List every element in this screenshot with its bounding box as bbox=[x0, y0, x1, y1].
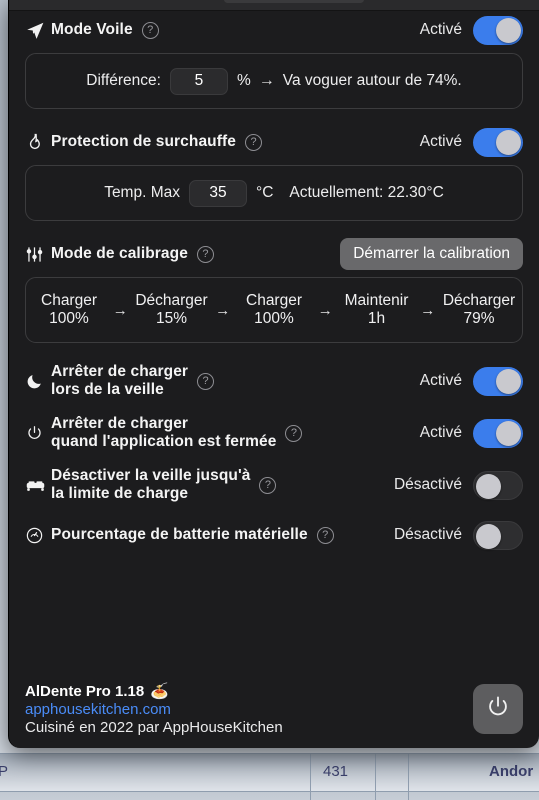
stop-charging-app-closed-toggle[interactable] bbox=[473, 418, 523, 448]
heat-protection-title: Protection de surchauffe bbox=[51, 132, 236, 150]
stop-charging-sleep-help-icon[interactable]: ? bbox=[197, 372, 215, 390]
toggle-knob bbox=[496, 17, 521, 43]
calibration-step: Décharger 15% bbox=[135, 292, 208, 327]
hardware-battery-percentage-label: Pourcentage de batterie matérielle bbox=[51, 525, 308, 543]
aldente-popover-panel: Mode Voile ? Activé Différence: 5 % → Va… bbox=[8, 0, 539, 748]
sliders-icon bbox=[25, 245, 51, 264]
calibration-steps-box: Charger 100% → Décharger 15% → Charger 1… bbox=[25, 277, 523, 343]
arrow-right-icon: → bbox=[258, 72, 275, 89]
hardware-battery-percentage-toggle[interactable] bbox=[473, 520, 523, 550]
power-icon bbox=[25, 424, 51, 443]
sail-mode-header: Mode Voile ? Activé bbox=[9, 11, 539, 49]
moon-icon bbox=[25, 372, 51, 391]
toggle-knob bbox=[496, 420, 521, 446]
stop-charging-sleep-toggle[interactable] bbox=[473, 366, 523, 396]
credit-text: Cuisiné en 2022 par AppHouseKitchen bbox=[25, 719, 283, 736]
difference-unit: % bbox=[236, 72, 251, 89]
heat-protection-help-icon[interactable]: ? bbox=[245, 133, 262, 151]
difference-input[interactable]: 5 bbox=[169, 67, 228, 95]
arrow-right-icon: → bbox=[112, 301, 128, 319]
hardware-battery-percentage-help-icon[interactable]: ? bbox=[316, 526, 334, 544]
spreadsheet-cell: P bbox=[0, 763, 9, 780]
bed-icon bbox=[25, 475, 51, 496]
sail-mode-title: Mode Voile bbox=[51, 20, 133, 38]
start-calibration-button[interactable]: Démarrer la calibration bbox=[340, 238, 523, 270]
spreadsheet-cell: Andor bbox=[489, 763, 534, 780]
pasta-emoji-icon: 🍝 bbox=[150, 683, 169, 700]
toggle-knob bbox=[476, 523, 501, 549]
heat-protection-header: Protection de surchauffe ? Activé bbox=[9, 123, 539, 161]
disable-sleep-help-icon[interactable]: ? bbox=[259, 476, 277, 494]
power-icon bbox=[485, 694, 511, 725]
sail-mode-result: Va voguer autour de 74%. bbox=[282, 72, 462, 89]
stop-charging-sleep-label: Arrêter de charger lors de la veille bbox=[51, 362, 189, 398]
spreadsheet-row bbox=[0, 753, 539, 791]
heat-protection-toggle[interactable] bbox=[473, 127, 523, 157]
stop-charging-sleep-state: Activé bbox=[419, 372, 462, 389]
calibration-step: Charger 100% bbox=[41, 292, 97, 327]
calibration-step: Charger 100% bbox=[246, 292, 302, 327]
spreadsheet-cell: 431 bbox=[323, 763, 349, 780]
calibration-header: Mode de calibrage ? Démarrer la calibrat… bbox=[9, 235, 539, 273]
panel-top-bar bbox=[9, 0, 539, 11]
calibration-title: Mode de calibrage bbox=[51, 244, 188, 262]
calibration-step: Décharger 79% bbox=[442, 292, 516, 327]
stop-charging-app-closed-label: Arrêter de charger quand l'application e… bbox=[51, 414, 277, 450]
sail-mode-detail-box: Différence: 5 % → Va voguer autour de 74… bbox=[25, 53, 523, 109]
disable-sleep-toggle[interactable] bbox=[473, 470, 523, 500]
arrow-right-icon: → bbox=[317, 301, 333, 319]
spreadsheet-gridline bbox=[408, 753, 409, 800]
disable-sleep-label: Désactiver la veille jusqu'à la limite d… bbox=[51, 466, 251, 502]
heat-protection-detail-box: Temp. Max 35 °C Actuellement: 22.30°C bbox=[25, 165, 523, 221]
toggle-knob bbox=[476, 473, 501, 499]
gauge-icon bbox=[25, 526, 51, 545]
toggle-knob bbox=[496, 129, 521, 155]
hardware-battery-percentage-state: Désactivé bbox=[393, 526, 462, 543]
heat-protection-state-label: Activé bbox=[419, 133, 462, 150]
current-temp-value: Actuellement: 22.30°C bbox=[289, 184, 444, 201]
disable-sleep-state: Désactivé bbox=[393, 476, 462, 493]
website-link[interactable]: apphousekitchen.com bbox=[25, 701, 283, 718]
paper-plane-icon bbox=[25, 20, 51, 41]
temp-max-input[interactable]: 35 bbox=[189, 179, 247, 207]
arrow-right-icon: → bbox=[215, 301, 231, 319]
panel-footer: AlDente Pro 1.18 🍝 apphousekitchen.com C… bbox=[9, 670, 539, 748]
calibration-step: Maintenir 1h bbox=[344, 292, 409, 327]
panel-notch bbox=[224, 0, 364, 3]
difference-label: Différence: bbox=[86, 72, 161, 89]
sail-mode-help-icon[interactable]: ? bbox=[141, 21, 159, 39]
flame-icon bbox=[25, 133, 51, 152]
hardware-battery-percentage-row[interactable]: Pourcentage de batterie matérielle ? Dés… bbox=[9, 511, 539, 559]
spreadsheet-row bbox=[0, 791, 539, 800]
stop-charging-app-closed-row[interactable]: Arrêter de charger quand l'application e… bbox=[9, 407, 539, 459]
temp-max-label: Temp. Max bbox=[104, 184, 180, 201]
stop-charging-app-closed-state: Activé bbox=[419, 424, 462, 441]
app-title: AlDente Pro 1.18 bbox=[25, 682, 145, 700]
toggle-knob bbox=[496, 368, 521, 394]
app-title-row: AlDente Pro 1.18 🍝 bbox=[25, 682, 283, 701]
spreadsheet-gridline bbox=[310, 753, 311, 800]
stop-charging-app-closed-help-icon[interactable]: ? bbox=[285, 424, 303, 442]
disable-sleep-row[interactable]: Désactiver la veille jusqu'à la limite d… bbox=[9, 459, 539, 511]
calibration-help-icon[interactable]: ? bbox=[196, 245, 214, 263]
sail-mode-toggle[interactable] bbox=[473, 15, 523, 45]
stop-charging-sleep-row[interactable]: Arrêter de charger lors de la veille ? A… bbox=[9, 355, 539, 407]
temp-max-unit: °C bbox=[256, 184, 274, 201]
quit-button[interactable] bbox=[473, 684, 523, 734]
arrow-right-icon: → bbox=[420, 301, 436, 319]
spreadsheet-gridline bbox=[375, 753, 376, 800]
sail-mode-state-label: Activé bbox=[419, 21, 462, 38]
